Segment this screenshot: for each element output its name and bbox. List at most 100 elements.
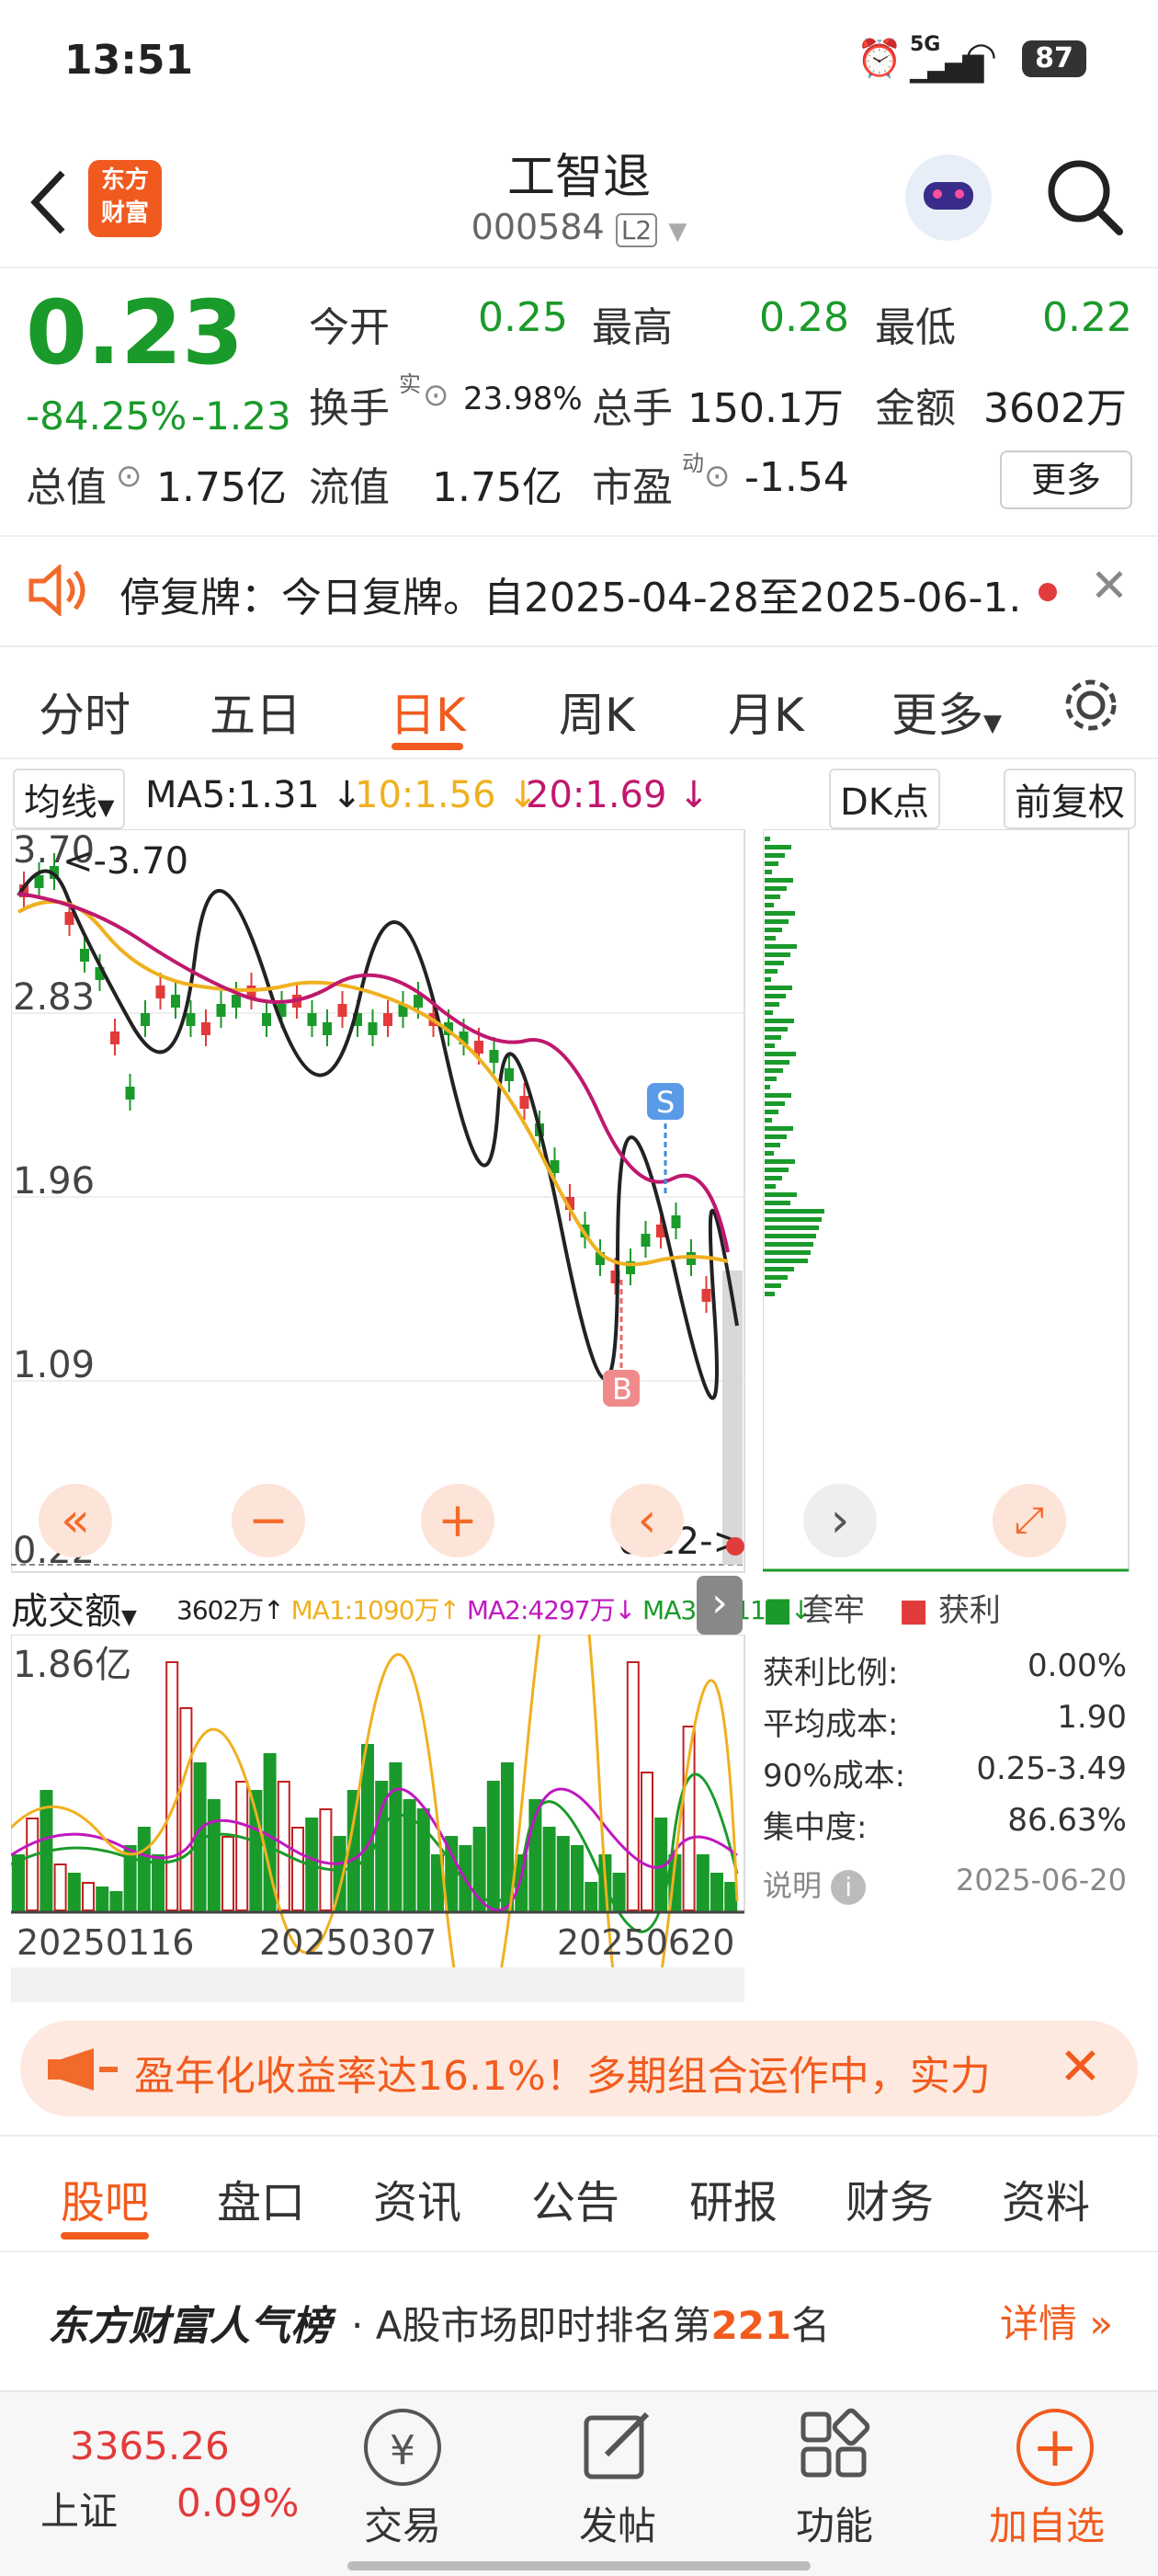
- grid-icon[interactable]: [796, 2407, 873, 2484]
- chip-distribution[interactable]: › ⤢: [762, 828, 1130, 1574]
- scroll-left-fast-button[interactable]: «: [39, 1484, 112, 1557]
- expand-icon[interactable]: ⤢: [993, 1484, 1066, 1557]
- chip-bar: [765, 1283, 781, 1288]
- chevron-right-icon[interactable]: ›: [803, 1484, 877, 1557]
- assistant-avatar[interactable]: [905, 154, 992, 241]
- add-icon[interactable]: +: [1016, 2409, 1094, 2486]
- gear-icon[interactable]: [1061, 675, 1121, 735]
- chip-bar: [765, 861, 778, 866]
- tab-forum[interactable]: 股吧: [61, 2166, 149, 2230]
- mktcap-value: 1.75亿: [156, 464, 287, 511]
- bottom-bar: 3365.26 上证 0.09% ¥ 交易 发帖 功能 + 加自选: [0, 2390, 1158, 2576]
- dk-button[interactable]: DK点: [829, 769, 941, 829]
- tab-announcements[interactable]: 公告: [531, 2166, 619, 2230]
- info-dots-icon[interactable]: ⊙: [423, 377, 449, 414]
- stat-label: 获利比例:: [763, 1655, 899, 1692]
- candle-body: [368, 1022, 378, 1035]
- candle-body: [125, 1087, 135, 1100]
- y-tick-2: 1.96: [13, 1160, 95, 1203]
- max-price-label: 3.70: [107, 840, 188, 883]
- adjust-button[interactable]: 前复权: [1004, 769, 1136, 829]
- tab-intraday[interactable]: 分时: [39, 678, 131, 745]
- tab-five-day[interactable]: 五日: [210, 678, 301, 745]
- volume-max-label: 1.86亿: [13, 1644, 131, 1686]
- chip-bar: [765, 952, 790, 957]
- yen-icon[interactable]: ¥: [364, 2409, 441, 2486]
- index-pct: 0.09%: [176, 2480, 300, 2525]
- volume-header: 成交额▼ 3602万↑ MA1:1090万↑ MA2:4297万↓ MA3:51…: [11, 1574, 812, 1635]
- trade-label[interactable]: 交易: [364, 2495, 441, 2551]
- volume-bar: [221, 1836, 234, 1911]
- volume-bar: [724, 1882, 738, 1911]
- info-dots-icon[interactable]: ⊙: [116, 458, 142, 495]
- chip-note[interactable]: 说明 i: [763, 1863, 867, 1905]
- volume-bar: [53, 1864, 67, 1911]
- volume-bar: [26, 1818, 40, 1911]
- open-label: 今开: [309, 304, 390, 351]
- close-icon[interactable]: ✕: [1059, 2037, 1102, 2097]
- chip-bar: [765, 1085, 770, 1089]
- chip-bar: [765, 1110, 778, 1114]
- stat-label: 平均成本:: [763, 1706, 899, 1743]
- ma5-text: MA5:1.31: [145, 774, 320, 816]
- add-watchlist-label[interactable]: 加自选: [989, 2495, 1105, 2551]
- date-label-1: 20250307: [259, 1922, 437, 1963]
- volume-selector-label: 成交额: [11, 1590, 121, 1633]
- chevron-right-icon[interactable]: ›: [697, 1576, 743, 1635]
- volume-selector[interactable]: 成交额▼: [11, 1581, 137, 1635]
- chip-bar: [765, 1201, 790, 1205]
- chip-bar: [765, 878, 793, 883]
- tab-profile[interactable]: 资料: [1002, 2166, 1090, 2230]
- amount-value: 3602万: [983, 385, 1127, 432]
- pe-label: 市盈: [592, 464, 673, 511]
- notice-bar[interactable]: 停复牌：今日复牌。自2025-04-28至2025-06-1... ✕: [0, 537, 1158, 647]
- kline-chart[interactable]: 3.70 2.83 1.96 1.09 0.22 <-3.70 0.22-> S…: [10, 828, 746, 1574]
- popularity-text-post: 名: [791, 2303, 831, 2348]
- function-label[interactable]: 功能: [796, 2495, 873, 2551]
- info-dots-icon[interactable]: ⊙: [704, 458, 731, 495]
- post-label[interactable]: 发帖: [579, 2495, 656, 2551]
- volume-bar: [710, 1873, 723, 1911]
- chip-bar: [765, 1184, 776, 1189]
- tab-research[interactable]: 研报: [689, 2166, 778, 2230]
- popularity-row[interactable]: 东方财富人气榜 · A股市场即时排名第221名 详情 »: [0, 2251, 1158, 2388]
- chip-bar: [765, 1060, 789, 1065]
- volume-bar: [137, 1827, 151, 1911]
- volume-bar: [109, 1891, 123, 1911]
- volume-chart[interactable]: 1.86亿 20250116 20250307 20250620: [9, 1518, 746, 2069]
- ma20-value: 20:1.69 ↓: [526, 774, 710, 816]
- zoom-in-button[interactable]: +: [421, 1484, 494, 1557]
- turnover-value: 23.98%: [463, 381, 583, 417]
- scroll-left-button[interactable]: ‹: [610, 1484, 684, 1557]
- edit-icon[interactable]: [579, 2407, 656, 2484]
- more-button[interactable]: 更多: [1000, 450, 1132, 509]
- zoom-out-button[interactable]: −: [232, 1484, 305, 1557]
- chip-bar: [765, 1275, 788, 1280]
- promo-banner[interactable]: 盈年化收益率达16.1%！多期组合运作中，实力 ✕: [20, 2021, 1138, 2116]
- search-icon[interactable]: [1044, 156, 1127, 239]
- header: 东方 财富 工智退 000584 L2 ▼: [0, 129, 1158, 268]
- volume-ma2: MA2:4297万: [466, 1595, 616, 1625]
- ma10-text: 10:1.56: [355, 774, 496, 816]
- tab-more[interactable]: 更多▼: [891, 678, 1002, 745]
- volume-bar: [641, 1772, 653, 1911]
- close-icon[interactable]: ✕: [1090, 559, 1129, 612]
- tab-weekly-k[interactable]: 周K: [559, 678, 635, 745]
- detail-link[interactable]: 详情 »: [1000, 2293, 1113, 2349]
- legend-trapped: ■ 套牢: [763, 1592, 865, 1629]
- index-value[interactable]: 3365.26: [70, 2423, 230, 2468]
- candle-body: [671, 1215, 681, 1228]
- index-name[interactable]: 上证: [40, 2480, 118, 2536]
- tab-finance[interactable]: 财务: [846, 2166, 934, 2230]
- volume-bar: [696, 1854, 710, 1911]
- tab-orderbook[interactable]: 盘口: [217, 2166, 305, 2230]
- tab-monthly-k[interactable]: 月K: [728, 678, 804, 745]
- candle-body: [641, 1234, 651, 1247]
- ma-selector[interactable]: 均线▼: [13, 769, 126, 829]
- detail-link-label: 详情: [1000, 2301, 1078, 2346]
- tab-news[interactable]: 资讯: [373, 2166, 461, 2230]
- candle-body: [323, 1022, 332, 1035]
- volume-bar: [96, 1886, 109, 1911]
- turnover-label: 换手: [309, 385, 390, 432]
- tab-daily-k[interactable]: 日K: [390, 678, 466, 745]
